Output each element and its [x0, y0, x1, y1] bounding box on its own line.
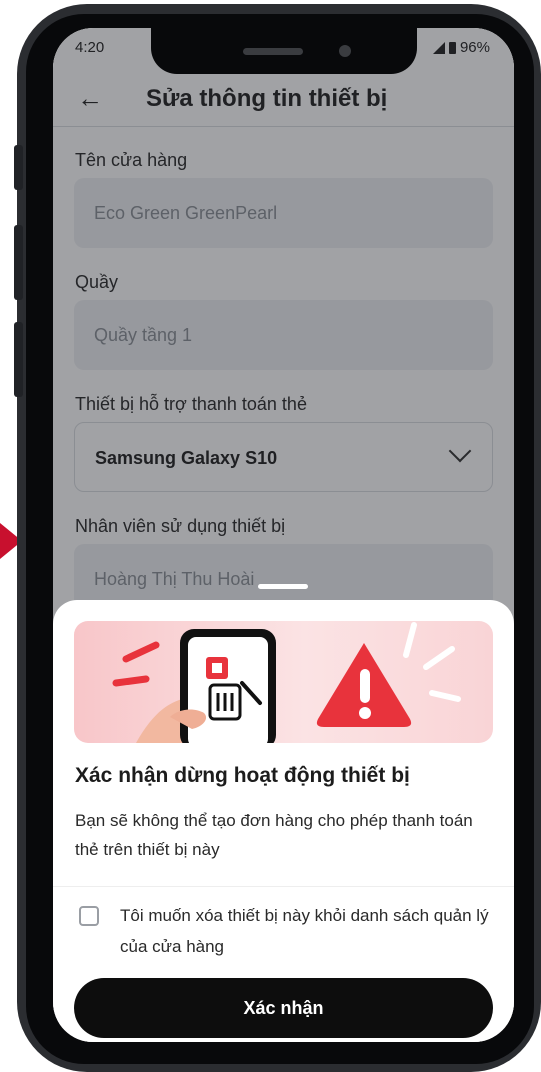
warning-icon: [316, 643, 412, 727]
phone-side-button: [14, 145, 23, 190]
illustration-art: [112, 622, 461, 743]
phone-screen: 4:20 96% ← Sửa thông tin thiết bị Tên cử…: [53, 28, 514, 1042]
confirm-button[interactable]: Xác nhận: [74, 978, 493, 1038]
phone-side-button: [14, 322, 23, 397]
phone-notch: [151, 28, 417, 74]
phone-side-button: [14, 225, 23, 300]
dialog-title: Xác nhận dừng hoạt động thiết bị: [75, 764, 410, 787]
confirm-bottom-sheet: Xác nhận dừng hoạt động thiết bị Bạn sẽ …: [53, 584, 514, 1042]
sheet-grabber[interactable]: [258, 584, 308, 589]
speaker-icon: [243, 48, 303, 55]
divider: [53, 886, 514, 887]
dialog-message: Bạn sẽ không thể tạo đơn hàng cho phép t…: [75, 811, 473, 859]
camera-icon: [339, 45, 351, 57]
delete-device-checkbox-label[interactable]: Tôi muốn xóa thiết bị này khỏi danh sách…: [120, 900, 500, 962]
warning-illustration: [74, 621, 493, 743]
delete-device-checkbox[interactable]: [79, 906, 99, 926]
